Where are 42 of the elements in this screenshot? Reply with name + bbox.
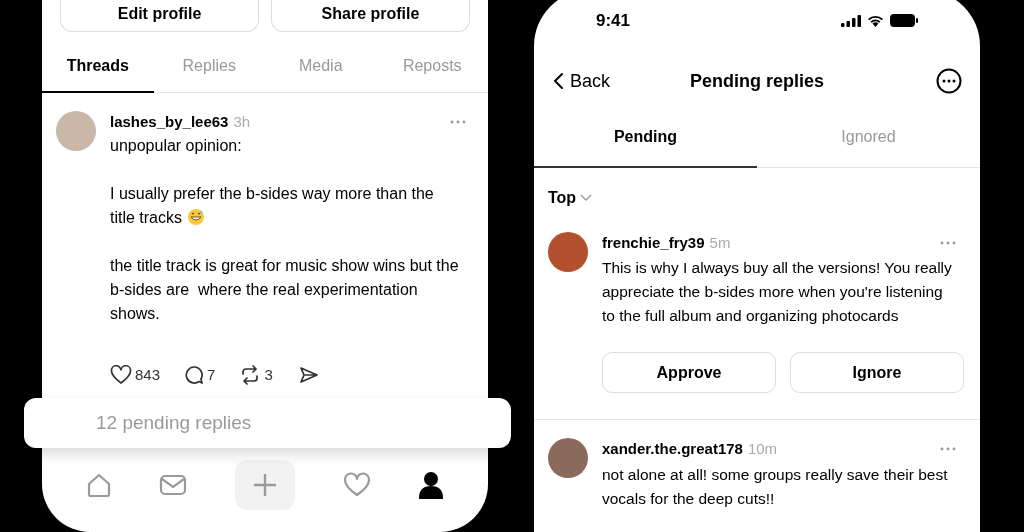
comment-icon[interactable] bbox=[184, 364, 205, 385]
reply-time: 10m bbox=[747, 439, 778, 459]
profile-button[interactable]: Edit profile bbox=[60, 0, 259, 32]
chevron-left-icon bbox=[552, 72, 564, 90]
profile-button[interactable]: Share profile bbox=[271, 0, 470, 32]
sort-dropdown[interactable]: Top bbox=[548, 185, 593, 210]
profile-tab[interactable]: Threads bbox=[42, 54, 154, 93]
reply-text: This is why I always buy all the versions! You really appreciate the b-sides more when you're listening to the full album and organizing photocards bbox=[602, 258, 953, 326]
chevron-down-icon bbox=[580, 193, 593, 202]
avatar bbox=[56, 111, 96, 151]
comment-count: 7 bbox=[207, 364, 216, 385]
battery-icon bbox=[890, 14, 918, 28]
post-text: unpopular opinion: bbox=[110, 135, 243, 156]
reply-text: not alone at all! some groups really save their best vocals for the deep cuts!! bbox=[602, 464, 949, 509]
person-icon[interactable] bbox=[418, 471, 445, 499]
mail-icon[interactable] bbox=[159, 473, 188, 497]
more-icon[interactable] bbox=[936, 68, 962, 94]
post-text: the title track is great for music show wins but the b-sides are where the real experimentation shows. bbox=[110, 255, 460, 324]
avatar bbox=[548, 231, 588, 272]
wifi-icon bbox=[867, 14, 884, 27]
reply-action-button[interactable]: Approve bbox=[602, 352, 776, 393]
status-time: 9:41 bbox=[596, 10, 631, 32]
repost-count: 3 bbox=[264, 364, 273, 385]
compose-button[interactable] bbox=[235, 460, 295, 510]
like-count: 843 bbox=[135, 364, 161, 385]
post-text: I usually prefer the b-sides way more than the title tracks bbox=[110, 183, 435, 228]
plus-icon bbox=[252, 472, 278, 498]
avatar bbox=[548, 438, 588, 478]
page-title: Pending replies bbox=[688, 69, 825, 93]
reply-action-button[interactable]: Ignore bbox=[790, 352, 964, 393]
username[interactable]: xander.the.great178 bbox=[602, 438, 743, 461]
home-icon[interactable] bbox=[85, 472, 112, 498]
signal-icon bbox=[841, 14, 861, 27]
post-time: 3h bbox=[233, 112, 251, 132]
grinning-sweat-face-icon bbox=[187, 207, 205, 226]
pending-tab[interactable]: Pending bbox=[534, 124, 757, 168]
username[interactable]: frenchie_fry39 bbox=[602, 231, 705, 254]
heart-icon[interactable] bbox=[110, 364, 132, 385]
username[interactable]: lashes_by_lee63 bbox=[110, 111, 229, 134]
back-button[interactable]: Back bbox=[552, 67, 662, 95]
send-icon[interactable] bbox=[298, 364, 319, 385]
reply-time: 5m bbox=[709, 232, 731, 253]
